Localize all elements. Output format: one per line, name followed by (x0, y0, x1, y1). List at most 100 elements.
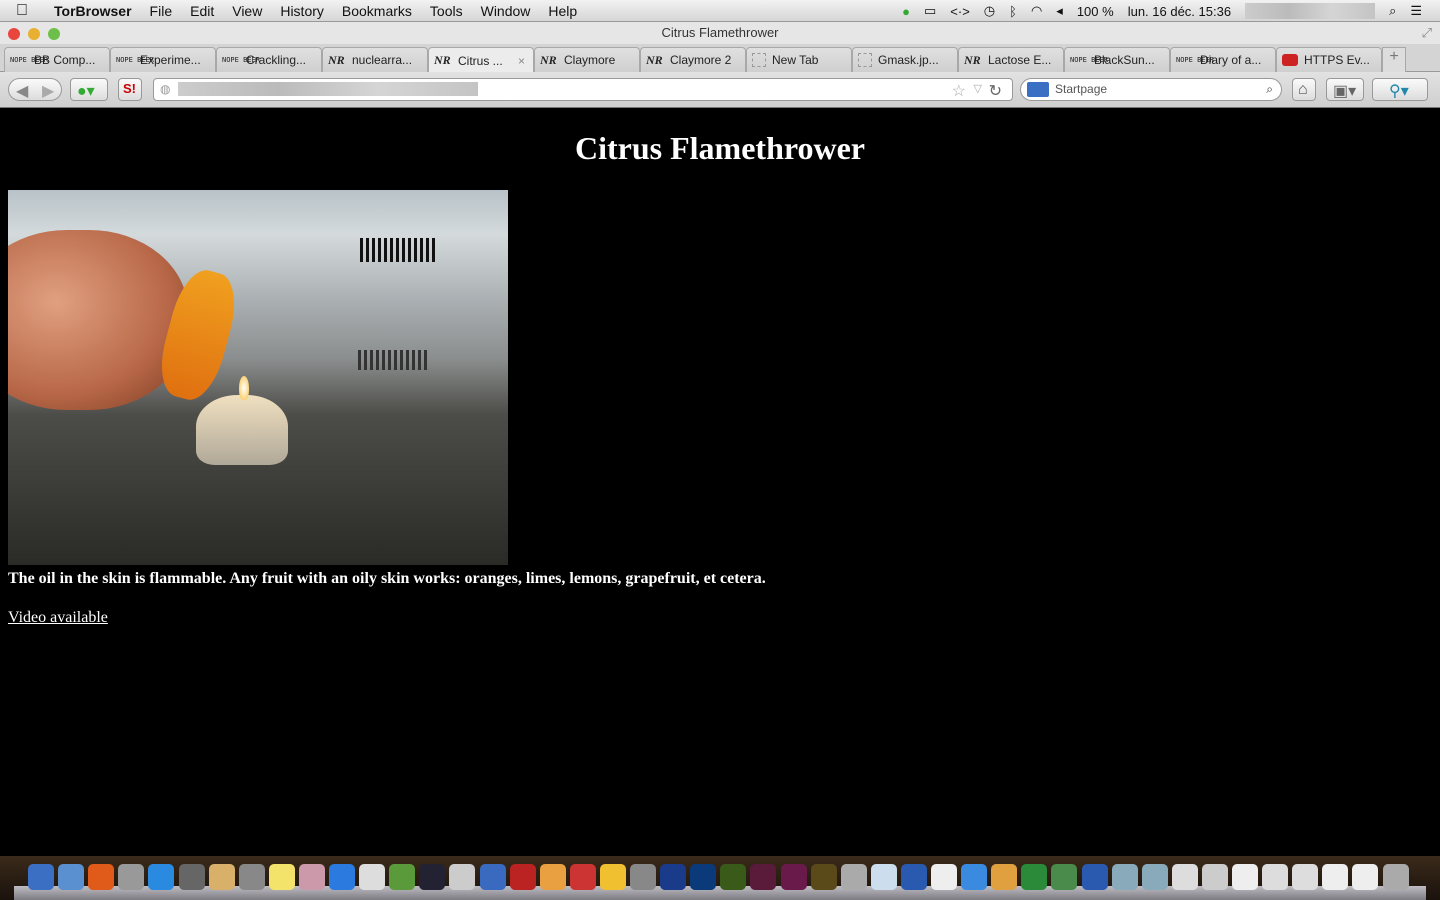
dock-app-icon[interactable] (780, 864, 807, 890)
dock-app-icon[interactable] (1292, 864, 1319, 890)
dock-app-icon[interactable] (389, 864, 416, 890)
dock-app-icon[interactable] (359, 864, 386, 890)
noscript-button[interactable]: S! (118, 78, 142, 101)
video-available-link[interactable]: Video available (8, 609, 108, 627)
tab-1[interactable]: NOPE BEER Experime... (110, 47, 216, 72)
tab-11[interactable]: NOPE BEER Diary of a... (1170, 47, 1276, 72)
dock-app-icon[interactable] (1051, 864, 1078, 890)
fullscreen-icon[interactable]: ⤢ (1422, 22, 1432, 44)
dock-app-icon[interactable] (88, 864, 115, 890)
battery-status[interactable]: 100 % (1077, 4, 1114, 19)
url-bar[interactable]: ◍ ☆ ▽ ↻ (153, 78, 1013, 101)
spotlight-icon[interactable]: ⌕ (1389, 3, 1396, 19)
menu-tools[interactable]: Tools (430, 3, 463, 19)
menu-edit[interactable]: Edit (190, 3, 214, 19)
dock-app-icon[interactable] (870, 864, 897, 890)
close-window-button[interactable] (8, 28, 20, 40)
reload-icon[interactable]: ↻ (989, 81, 1002, 101)
dock-app-icon[interactable] (1171, 864, 1198, 890)
time-machine-icon[interactable]: ◷ (984, 3, 995, 19)
apple-icon[interactable]:  (16, 2, 38, 20)
dock-app-icon[interactable] (1232, 864, 1258, 890)
search-icon[interactable]: ⌕ (1266, 79, 1273, 100)
menu-window[interactable]: Window (481, 3, 531, 19)
menu-app-name[interactable]: TorBrowser (54, 3, 132, 19)
minimize-window-button[interactable] (28, 28, 40, 40)
tab-12[interactable]: HTTPS Ev... (1276, 47, 1382, 72)
dock-app-icon[interactable] (630, 864, 656, 890)
wifi-icon[interactable]: ◠ (1031, 3, 1042, 19)
dock-app-icon[interactable] (1322, 864, 1349, 890)
dock-app-icon[interactable] (118, 864, 145, 890)
dock-app-icon[interactable] (690, 864, 717, 890)
dock-app-icon[interactable] (660, 864, 687, 890)
code-icon[interactable]: <·> (950, 4, 970, 19)
battery-monitor-icon[interactable]: ▭ (924, 3, 936, 19)
dock-app-icon[interactable] (900, 864, 927, 890)
tab-0[interactable]: NOPE BEER BB Comp... (4, 47, 110, 72)
menu-view[interactable]: View (232, 3, 262, 19)
dock-app-icon[interactable] (1111, 864, 1138, 890)
dock-app-icon[interactable] (569, 864, 596, 890)
dock-app-icon[interactable] (1021, 864, 1048, 890)
bookmark-star-icon[interactable]: ☆ (952, 81, 966, 101)
dock-app-icon[interactable] (58, 864, 85, 890)
tab-9[interactable]: NR Lactose E... (958, 47, 1064, 72)
history-dropdown-icon[interactable]: ▽ (974, 82, 982, 95)
new-tab-button[interactable]: + (1382, 47, 1406, 72)
tor-button[interactable]: ●▾ (70, 78, 108, 101)
tab-5[interactable]: NR Claymore (534, 47, 640, 72)
dock-app-icon[interactable] (1201, 864, 1228, 890)
dock-app-icon[interactable] (539, 864, 566, 890)
tab-2[interactable]: NOPE BEER Crackling... (216, 47, 322, 72)
dock-app-icon[interactable] (1382, 864, 1409, 890)
tab-7[interactable]: New Tab (746, 47, 852, 72)
menu-file[interactable]: File (150, 3, 173, 19)
https-everywhere-button[interactable]: ⚲▾ (1372, 78, 1428, 101)
bookmarks-button[interactable]: ▣▾ (1326, 78, 1364, 101)
bluetooth-icon[interactable]: ᛒ (1009, 4, 1017, 19)
volume-icon[interactable]: ◂ (1056, 3, 1063, 19)
dock-app-icon[interactable] (208, 864, 235, 890)
menu-bookmarks[interactable]: Bookmarks (342, 3, 412, 19)
dock-app-icon[interactable] (750, 864, 777, 890)
dock-app-icon[interactable] (238, 864, 265, 890)
home-button[interactable]: ⌂ (1292, 78, 1316, 101)
back-icon[interactable]: ◀ (16, 81, 28, 101)
notification-center-icon[interactable]: ☰ (1410, 3, 1422, 19)
user-name-blurred[interactable] (1245, 3, 1376, 19)
tab-6[interactable]: NR Claymore 2 (640, 47, 746, 72)
zoom-window-button[interactable] (48, 28, 60, 40)
close-tab-icon[interactable]: × (518, 54, 525, 68)
dock-app-icon[interactable] (1352, 864, 1379, 890)
back-forward-button[interactable]: ◀ ▶ (8, 78, 62, 101)
tab-3[interactable]: NR nuclearra... (322, 47, 428, 72)
dock-app-icon[interactable] (298, 864, 325, 890)
dock-app-icon[interactable] (1141, 864, 1168, 890)
menu-help[interactable]: Help (548, 3, 577, 19)
dock-app-icon[interactable] (991, 864, 1018, 890)
startpage-engine-icon[interactable] (1027, 82, 1049, 97)
dock-app-icon[interactable] (178, 864, 205, 890)
dock-app-icon[interactable] (268, 864, 295, 890)
tab-8[interactable]: Gmask.jp... (852, 47, 958, 72)
dock-app-icon[interactable] (810, 864, 837, 890)
dock-app-icon[interactable] (148, 864, 175, 890)
dock-app-icon[interactable] (599, 864, 626, 890)
dock-app-icon[interactable] (509, 864, 536, 890)
dock-app-icon[interactable] (840, 864, 867, 890)
tab-4[interactable]: NR Citrus ... × (428, 47, 534, 73)
dock-app-icon[interactable] (449, 864, 476, 890)
dock-app-icon[interactable] (329, 864, 355, 890)
dock-app-icon[interactable] (28, 864, 54, 890)
dock-app-icon[interactable] (931, 864, 957, 890)
tab-10[interactable]: NOPE BEER BlackSun... (1064, 47, 1170, 72)
clock[interactable]: lun. 16 déc. 15:36 (1128, 4, 1231, 19)
menu-history[interactable]: History (280, 3, 324, 19)
dock-app-icon[interactable] (1262, 864, 1289, 890)
dock-app-icon[interactable] (961, 864, 988, 890)
dock-app-icon[interactable] (1081, 864, 1108, 890)
forward-icon[interactable]: ▶ (42, 81, 54, 101)
dock-app-icon[interactable] (720, 864, 747, 890)
dock-app-icon[interactable] (419, 864, 446, 890)
